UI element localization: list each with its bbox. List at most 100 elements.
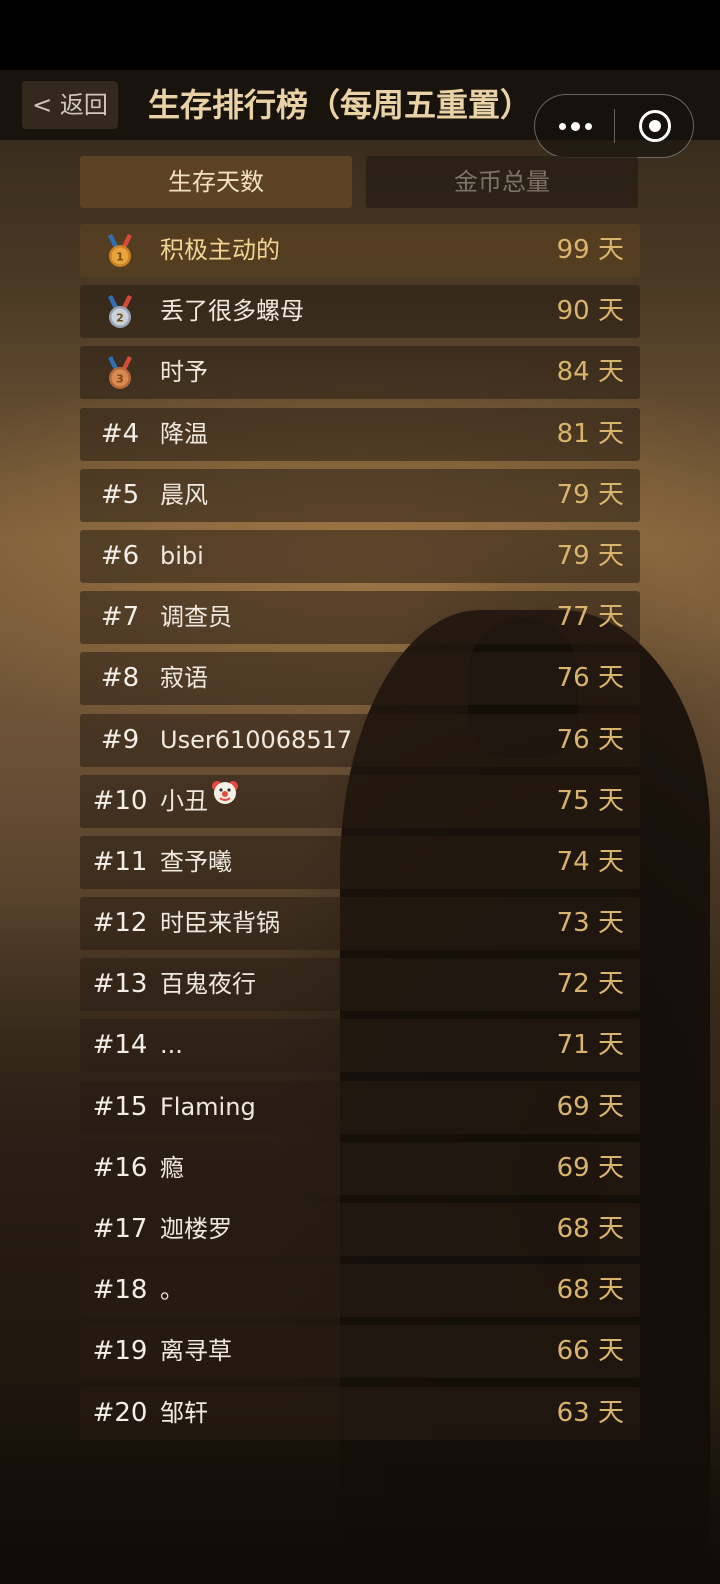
player-name-text: 时臣来背锅 <box>160 909 280 938</box>
player-name: bibi <box>160 530 520 583</box>
leaderboard-row[interactable]: #8 寂语 76 天 <box>80 652 640 706</box>
player-name-text: 瘾 <box>160 1153 184 1182</box>
survival-days-value: 73 天 <box>556 908 624 939</box>
back-button[interactable]: < 返回 <box>22 81 118 129</box>
leaderboard-row[interactable]: #16 瘾 69 天 <box>80 1141 640 1195</box>
player-name-text: 积极主动的 <box>160 236 280 264</box>
player-name-text: Flaming <box>160 1092 256 1121</box>
rank-number: #16 <box>92 1152 148 1183</box>
leaderboard-row[interactable]: 1 积极主动的 99 天 <box>80 224 640 277</box>
more-dot-icon <box>570 121 580 131</box>
player-name: Flaming <box>160 1081 520 1134</box>
rank-number: #17 <box>92 1214 148 1244</box>
svg-text:3: 3 <box>116 373 124 386</box>
target-circle-icon <box>639 110 671 142</box>
leaderboard-row[interactable]: #20 邹轩 63 天 <box>80 1386 640 1440</box>
rank-number: #19 <box>92 1336 148 1367</box>
player-name: 晨风 <box>160 469 520 522</box>
rank-number: #5 <box>100 479 140 510</box>
player-name-text: User610068517 <box>160 725 353 754</box>
page-title: 生存排行榜（每周五重置） <box>148 86 533 124</box>
player-name-text: 邹轩 <box>160 1398 208 1427</box>
clown-face-icon <box>210 775 240 827</box>
leaderboard-page: < 返回 生存排行榜（每周五重置） 生存天数 金币总量 1 积极主动的 99 天 2 丢… <box>0 0 720 1584</box>
rank-number: #8 <box>100 663 140 694</box>
leaderboard-row[interactable]: #15 Flaming 69 天 <box>80 1080 640 1134</box>
player-name-text: 。 <box>160 1276 184 1305</box>
player-name: 丢了很多螺母 <box>160 285 520 338</box>
player-name-text: bibi <box>160 541 204 570</box>
rank-number: #20 <box>92 1397 148 1428</box>
survival-days-value: 99 天 <box>556 235 624 265</box>
player-name: User610068517 <box>160 714 520 767</box>
survival-days-value: 66 天 <box>556 1336 624 1367</box>
leaderboard-row[interactable]: #12 时臣来背锅 73 天 <box>80 897 640 951</box>
player-name-text: 降温 <box>160 419 208 448</box>
player-name: 调查员 <box>160 591 520 644</box>
more-dot-icon <box>558 122 566 130</box>
player-name: ... <box>160 1019 520 1072</box>
player-name-text: 晨风 <box>160 480 208 509</box>
player-name: 时予 <box>160 346 520 399</box>
player-name: 积极主动的 <box>160 224 520 277</box>
close-mini-program-button[interactable] <box>615 95 695 157</box>
survival-days-value: 63 天 <box>556 1397 624 1428</box>
player-name-text: 百鬼夜行 <box>160 970 256 999</box>
rank-number: #13 <box>92 969 148 1000</box>
survival-days-value: 90 天 <box>556 296 624 327</box>
leaderboard-row[interactable]: #14... 71 天 <box>80 1019 640 1073</box>
player-name: 寂语 <box>160 652 520 705</box>
player-name-text: 调查员 <box>160 603 232 632</box>
leaderboard-row[interactable]: #11 查予曦 74 天 <box>80 835 640 889</box>
player-name: 小丑 <box>160 775 520 828</box>
leaderboard-row[interactable]: #4 降温 81 天 <box>80 407 640 461</box>
player-name: 邹轩 <box>160 1387 520 1440</box>
leaderboard-row[interactable]: #9 User610068517 76 天 <box>80 713 640 767</box>
survival-days-value: 68 天 <box>556 1214 624 1244</box>
svg-text:1: 1 <box>116 251 124 264</box>
rank-number: #7 <box>100 602 140 633</box>
leaderboard-row[interactable]: #6 bibi 79 天 <box>80 529 640 583</box>
leaderboard-row[interactable]: #7 调查员 77 天 <box>80 591 640 645</box>
tab-survival-days[interactable]: 生存天数 <box>80 156 352 208</box>
leaderboard-row[interactable]: #5 晨风 79 天 <box>80 468 640 522</box>
survival-days-value: 69 天 <box>556 1091 624 1122</box>
player-name: 离寻草 <box>160 1325 520 1378</box>
survival-days-value: 79 天 <box>556 479 624 510</box>
leaderboard-row[interactable]: #10 小丑 75 天 <box>80 774 640 828</box>
player-name: 。 <box>160 1264 520 1317</box>
survival-days-value: 69 天 <box>556 1152 624 1183</box>
leaderboard-list: 1 积极主动的 99 天 2 丢了很多螺母 90 天 3 时予 84 天 #4 降温 81 天 #5 晨风… <box>80 224 640 1448</box>
player-name-text: 查予曦 <box>160 847 232 876</box>
player-name: 迦楼罗 <box>160 1203 520 1256</box>
leaderboard-row[interactable]: #13 百鬼夜行 72 天 <box>80 958 640 1012</box>
svg-text:2: 2 <box>116 312 124 325</box>
status-bar <box>0 0 720 70</box>
leaderboard-row[interactable]: 3 时予 84 天 <box>80 346 640 400</box>
player-name-text: 寂语 <box>160 664 208 693</box>
survival-days-value: 76 天 <box>556 663 624 694</box>
survival-days-value: 68 天 <box>556 1275 624 1306</box>
tab-total-coins[interactable]: 金币总量 <box>366 156 638 208</box>
rank-number: #15 <box>92 1091 148 1122</box>
leaderboard-row[interactable]: #19 离寻草 66 天 <box>80 1325 640 1379</box>
survival-days-value: 71 天 <box>556 1030 624 1061</box>
mini-program-capsule <box>534 94 694 158</box>
player-name-text: 小丑 <box>160 786 208 815</box>
player-name: 时臣来背锅 <box>160 897 520 950</box>
survival-days-value: 81 天 <box>556 418 624 449</box>
more-options-button[interactable] <box>535 95 615 157</box>
silver-medal-icon: 2 <box>104 295 136 329</box>
rank-number: #14 <box>92 1030 148 1061</box>
player-name-text: 离寻草 <box>160 1337 232 1366</box>
leaderboard-tabs: 生存天数 金币总量 <box>80 156 640 208</box>
leaderboard-row[interactable]: #18 。 68 天 <box>80 1264 640 1318</box>
rank-number: #9 <box>100 724 140 755</box>
leaderboard-row[interactable]: #17 迦楼罗 68 天 <box>80 1203 640 1256</box>
player-name: 查予曦 <box>160 836 520 889</box>
survival-days-value: 77 天 <box>556 602 624 633</box>
rank-number: #18 <box>92 1275 148 1306</box>
player-name-text: ... <box>160 1031 183 1060</box>
leaderboard-row[interactable]: 2 丢了很多螺母 90 天 <box>80 285 640 339</box>
player-name: 瘾 <box>160 1142 520 1195</box>
